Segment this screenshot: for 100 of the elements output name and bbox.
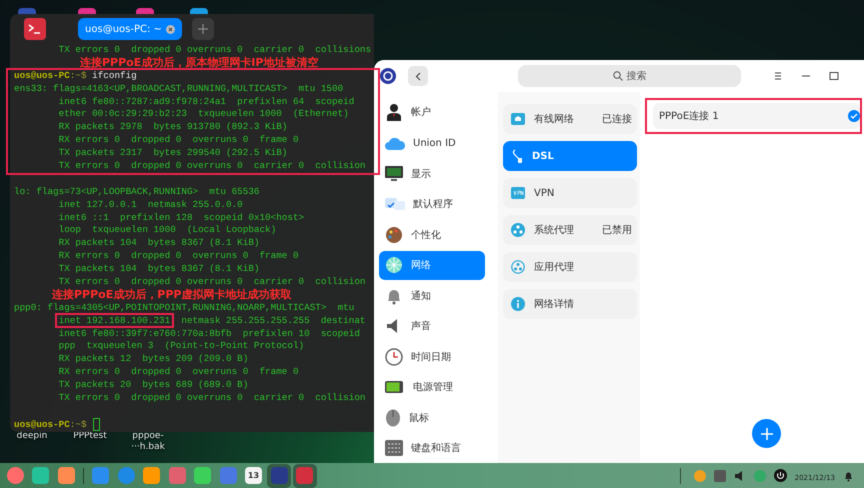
battery-icon (385, 381, 405, 394)
sidebar-item[interactable]: 网络 (379, 250, 485, 280)
terminal-output-line: ens33: flags=4163<UP,BROADCAST,RUNNING,MULTICAST> mtu 1500 (14, 82, 344, 96)
terminal-text: netmask 255.255.255.255 destinat (180, 314, 366, 326)
terminal-output-line: RX packets 12 bytes 209 (209.0 B) (58, 353, 250, 366)
network-item-label: 应用代理 (534, 260, 575, 274)
mouse-icon (385, 408, 401, 427)
new-tab-button[interactable] (192, 18, 214, 40)
app-icon (32, 467, 49, 484)
close-icon[interactable] (166, 24, 175, 34)
prompt-user: uos@uos-PC (14, 70, 70, 81)
app-icon (220, 467, 236, 484)
network-item[interactable]: 有线网络 已连接 (503, 104, 637, 134)
terminal-output-line: TX errors 0 dropped 0 overruns 0 carrier 0 collision (58, 392, 366, 405)
back-button[interactable] (408, 66, 428, 86)
prompt-user: uos@uos-PC (14, 418, 70, 430)
terminal-output-line: inet 127.0.0.1 netmask 255.0.0.0 (58, 198, 244, 212)
app-icon (270, 467, 288, 484)
sidebar-item[interactable]: 个性化 (379, 220, 485, 250)
sidebar-item[interactable]: 帐户 (379, 98, 485, 127)
network-status: 已连接 (602, 112, 632, 126)
bell-icon[interactable] (843, 470, 854, 482)
monitor-icon (385, 166, 403, 182)
terminal-output-line: RX packets 2978 bytes 913780 (892.3 KiB) (58, 121, 288, 134)
terminal-output-line: inet6 fe80::39f7:e760:770a:8bfb prefixlen 10 scopeid (58, 328, 361, 340)
network-item[interactable]: DSL (503, 141, 637, 171)
clock-icon (385, 348, 403, 366)
connection-row[interactable]: PPPoE连接 1 (653, 103, 860, 129)
globe-icon (385, 256, 403, 274)
terminal-output-line: TX errors 0 dropped 0 overruns 0 carrier 0 collision (58, 276, 366, 288)
sidebar-item[interactable]: 电源管理 (379, 372, 485, 402)
terminal-output-line: ether 00:0c:29:29:b2:23 txqueuelen 1000 (Ethernet) (58, 108, 350, 122)
keyboard-icon[interactable] (714, 470, 726, 482)
network-item-label: VPN (534, 188, 556, 198)
menu-icon[interactable] (773, 71, 783, 81)
terminal-output-line: RX packets 104 bytes 8367 (8.1 KiB) (58, 237, 260, 250)
sidebar-item[interactable]: 默认程序 (379, 190, 485, 219)
network-item[interactable]: 系统代理 已禁用 (503, 215, 637, 245)
terminal-output-line: inet6 fe80::7287:ad9:f978:24a1 prefixlen 64 scopeid (58, 96, 356, 108)
info-icon (511, 297, 525, 311)
search-icon (612, 71, 622, 81)
person-icon (385, 103, 403, 122)
desktop-icon-label[interactable]: deepin (12, 431, 52, 453)
tray-icon[interactable] (694, 470, 706, 482)
terminal-output-line: loop txqueuelen 1000 (Local Loopback) (58, 224, 278, 238)
terminal-tab[interactable]: uos@uos-PC: ~ (78, 18, 182, 40)
maximize-icon[interactable] (829, 71, 839, 81)
network-item[interactable]: VPN (503, 178, 637, 208)
sidebar-item[interactable]: 显示 (379, 159, 485, 188)
terminal-output-line: TX packets 20 bytes 689 (689.0 B) (58, 379, 250, 392)
network-item-label: 有线网络 (534, 112, 575, 126)
keyboard-icon (385, 440, 403, 456)
terminal-output-line: ppp0: flags=4305<UP,POINTOPOINT,RUNNING,NOARP,MULTICAST> mtu (14, 302, 356, 315)
taskbar-app[interactable] (267, 464, 291, 488)
palette-icon (385, 226, 403, 244)
app-icon (58, 467, 74, 484)
prompt-path: :~$ (70, 418, 87, 430)
prompt-path: :~$ (70, 70, 87, 81)
sidebar-item[interactable]: 时间日期 (379, 342, 485, 372)
windows-icon (385, 196, 405, 212)
terminal-output-line: ppp txqueuelen 3 (Point-to-Point Protocol) (58, 340, 306, 354)
annotation-caption: 连接PPPoE成功后，原本物理网卡IP地址被清空 (79, 56, 320, 70)
network-item-label: 系统代理 (534, 224, 575, 237)
sidebar-item[interactable]: 声音 (379, 312, 485, 341)
taskbar-app[interactable] (292, 464, 316, 488)
terminal-output-line: RX errors 0 dropped 0 overruns 0 frame 0 (58, 134, 300, 148)
sidebar-item[interactable]: 通知 (379, 281, 485, 310)
terminal-output-line: inet6 ::1 prefixlen 128 scopeid 0x10<host> (58, 212, 306, 224)
command-text: ifconfig (91, 70, 137, 81)
desktop-icon-label[interactable]: PPPtest (70, 431, 110, 453)
add-button[interactable] (752, 419, 781, 448)
cloud-icon (385, 136, 405, 150)
search-field[interactable]: 搜索 (518, 65, 741, 87)
app-icon (6, 467, 24, 484)
cable-icon (511, 149, 523, 163)
terminal-output-line: TX errors 0 dropped 0 overruns 0 carrier 0 collision (58, 160, 366, 173)
app-icon (194, 467, 211, 484)
app-logo-icon (380, 68, 396, 84)
connection-name: PPPoE连接 1 (659, 110, 719, 123)
annotation-caption: 连接PPPoE成功后，PPP虚拟网卡地址成功获取 (51, 288, 292, 302)
network-item[interactable]: 网络详情 (503, 289, 637, 319)
terminal-icon[interactable] (24, 18, 46, 40)
sidebar-item[interactable]: 鼠标 (379, 403, 485, 432)
terminal-output-line: TX packets 104 bytes 8367 (8.1 KiB) (58, 263, 260, 276)
sidebar-item[interactable]: Union ID (379, 128, 485, 158)
taskbar-app[interactable]: 13 (242, 464, 266, 488)
highlighted-text: inet 192.168.100.231 (54, 312, 174, 328)
terminal-output-line: RX errors 0 dropped 0 overruns 0 frame 0 (58, 250, 300, 264)
network-item-label: 网络详情 (534, 298, 575, 311)
network-item-label: DSL (532, 150, 555, 162)
app-icon (118, 467, 134, 484)
proxy-icon (511, 260, 525, 274)
app-icon (296, 467, 313, 484)
chevron-left-icon (415, 72, 421, 80)
search-placeholder: 搜索 (626, 70, 646, 83)
power-icon[interactable] (774, 469, 787, 482)
desktop-icon-label[interactable]: pppoe- ···h.bak (128, 431, 168, 453)
network-status: 已禁用 (602, 224, 632, 237)
sidebar-item[interactable]: 键盘和语言 (379, 434, 485, 463)
network-item[interactable]: 应用代理 (503, 252, 637, 282)
